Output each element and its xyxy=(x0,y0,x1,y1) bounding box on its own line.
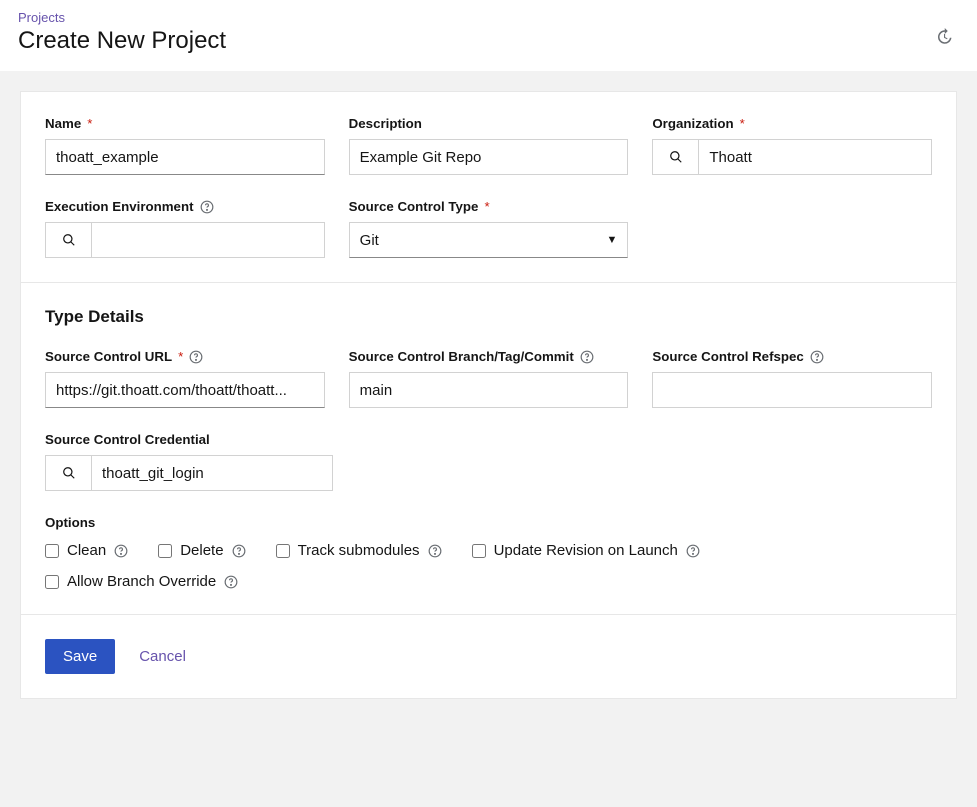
option-track-submodules[interactable]: Track submodules xyxy=(276,542,442,559)
type-details-title: Type Details xyxy=(45,307,932,327)
scm-branch-input[interactable] xyxy=(349,372,629,408)
help-icon[interactable] xyxy=(232,544,246,558)
scm-refspec-input[interactable] xyxy=(652,372,932,408)
option-label: Clean xyxy=(67,542,106,559)
help-icon[interactable] xyxy=(224,575,238,589)
allow-branch-override-checkbox[interactable] xyxy=(45,575,59,589)
option-clean[interactable]: Clean xyxy=(45,542,128,559)
scm-type-select[interactable]: Git ▼ xyxy=(349,222,629,258)
caret-down-icon: ▼ xyxy=(606,234,617,246)
scm-credential-label: Source Control Credential xyxy=(45,432,333,447)
options-row: Clean Delete Track submodules xyxy=(45,542,932,590)
cancel-button[interactable]: Cancel xyxy=(139,648,186,665)
help-icon[interactable] xyxy=(686,544,700,558)
required-star: * xyxy=(484,199,489,214)
breadcrumb-projects[interactable]: Projects xyxy=(18,10,959,25)
search-icon[interactable] xyxy=(653,140,699,174)
track-submodules-checkbox[interactable] xyxy=(276,544,290,558)
search-icon[interactable] xyxy=(46,456,92,490)
help-icon[interactable] xyxy=(114,544,128,558)
required-star: * xyxy=(178,349,183,364)
save-button[interactable]: Save xyxy=(45,639,115,674)
divider xyxy=(21,614,956,615)
help-icon[interactable] xyxy=(189,350,203,364)
organization-lookup[interactable]: Thoatt xyxy=(652,139,932,175)
option-label: Track submodules xyxy=(298,542,420,559)
description-input[interactable] xyxy=(349,139,629,175)
help-icon[interactable] xyxy=(200,200,214,214)
update-on-launch-checkbox[interactable] xyxy=(472,544,486,558)
delete-checkbox[interactable] xyxy=(158,544,172,558)
option-label: Allow Branch Override xyxy=(67,573,216,590)
organization-label: Organization * xyxy=(652,116,932,131)
form-card: Name * Description Organization * Thoatt xyxy=(20,91,957,699)
scm-type-value: Git xyxy=(360,232,379,249)
option-delete[interactable]: Delete xyxy=(158,542,245,559)
scm-type-label: Source Control Type * xyxy=(349,199,629,214)
page-title: Create New Project xyxy=(18,27,959,55)
required-star: * xyxy=(87,116,92,131)
help-icon[interactable] xyxy=(580,350,594,364)
scm-url-label: Source Control URL * xyxy=(45,349,325,364)
required-star: * xyxy=(740,116,745,131)
scm-credential-value: thoatt_git_login xyxy=(92,456,332,490)
divider xyxy=(21,282,956,283)
scm-credential-lookup[interactable]: thoatt_git_login xyxy=(45,455,333,491)
option-update-on-launch[interactable]: Update Revision on Launch xyxy=(472,542,700,559)
name-input[interactable] xyxy=(45,139,325,175)
options-title: Options xyxy=(45,515,932,530)
help-icon[interactable] xyxy=(810,350,824,364)
scm-refspec-label: Source Control Refspec xyxy=(652,349,932,364)
history-icon[interactable] xyxy=(935,28,953,51)
organization-value: Thoatt xyxy=(699,140,931,174)
option-allow-branch-override[interactable]: Allow Branch Override xyxy=(45,573,932,590)
exec-env-label: Execution Environment xyxy=(45,199,325,214)
option-label: Update Revision on Launch xyxy=(494,542,678,559)
exec-env-lookup[interactable] xyxy=(45,222,325,258)
option-label: Delete xyxy=(180,542,223,559)
clean-checkbox[interactable] xyxy=(45,544,59,558)
exec-env-value xyxy=(92,223,324,257)
help-icon[interactable] xyxy=(428,544,442,558)
search-icon[interactable] xyxy=(46,223,92,257)
scm-branch-label: Source Control Branch/Tag/Commit xyxy=(349,349,629,364)
description-label: Description xyxy=(349,116,629,131)
name-label: Name * xyxy=(45,116,325,131)
scm-url-input[interactable] xyxy=(45,372,325,408)
